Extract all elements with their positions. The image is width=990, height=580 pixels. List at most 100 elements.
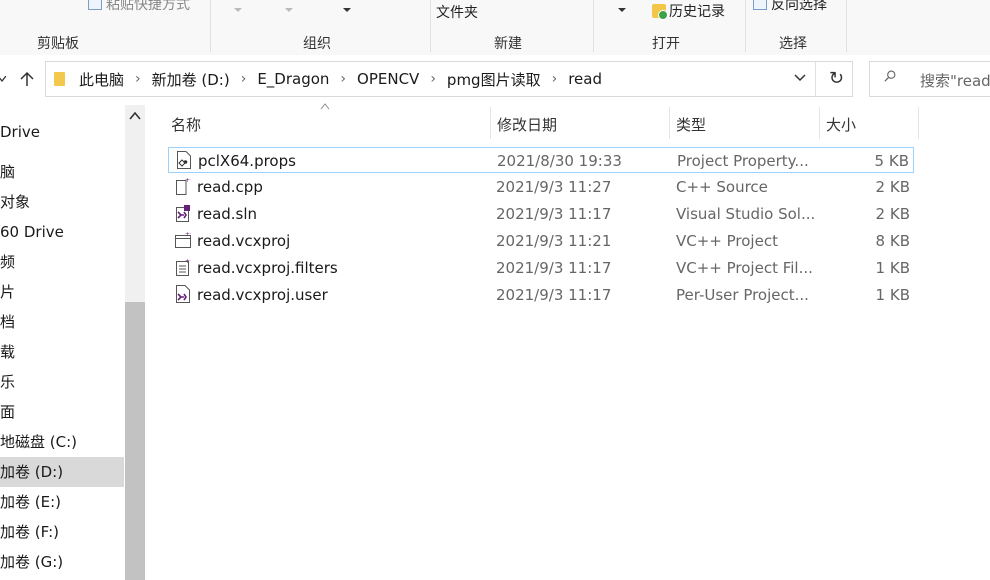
refresh-icon[interactable]: ↻: [829, 68, 844, 89]
invert-selection-button[interactable]: 反向选择: [753, 0, 827, 14]
navigation-scrollbar[interactable]: [125, 105, 145, 580]
nav-item[interactable]: 档: [0, 307, 124, 337]
history-button[interactable]: 历史记录: [652, 1, 725, 21]
scrollbar-thumb[interactable]: [125, 302, 145, 580]
file-size: 2 KB: [875, 205, 910, 223]
crumb-e-dragon[interactable]: E_Dragon: [257, 70, 329, 88]
search-input[interactable]: 搜索"read: [920, 70, 990, 91]
new-folder-button[interactable]: 文件夹: [436, 2, 478, 22]
chevron-right-icon[interactable]: ›: [430, 71, 436, 87]
file-name: pclX64.props: [198, 152, 296, 170]
chevron-right-icon[interactable]: ›: [552, 71, 558, 87]
crumb-pmg-read[interactable]: pmg图片读取: [447, 69, 541, 90]
file-size: 2 KB: [875, 178, 910, 196]
nav-item[interactable]: 载: [0, 337, 124, 367]
nav-item-drive-f[interactable]: 加卷 (F:): [0, 517, 124, 547]
search-box[interactable]: 搜索"read: [869, 61, 990, 97]
nav-item-drive-g[interactable]: 加卷 (G:): [0, 547, 124, 577]
file-modified: 2021/9/3 11:17: [496, 286, 612, 304]
sln-file-icon: [176, 205, 190, 222]
move-to-dropdown[interactable]: [234, 2, 242, 18]
svg-text:++: ++: [185, 231, 191, 238]
file-name: read.cpp: [197, 178, 263, 196]
file-size: 1 KB: [875, 259, 910, 277]
file-name: read.vcxproj.user: [197, 286, 328, 304]
group-label-organize: 组织: [303, 36, 331, 52]
file-type: Visual Studio Sol...: [676, 205, 816, 223]
invert-selection-icon: [753, 0, 767, 10]
group-label-clipboard: 剪贴板: [37, 36, 79, 52]
file-name: read.sln: [197, 205, 258, 223]
column-header-name[interactable]: 名称: [171, 114, 201, 135]
chevron-down-icon: [234, 8, 242, 12]
file-modified: 2021/9/3 11:27: [496, 178, 612, 196]
file-row[interactable]: read.vcxproj.user 2021/9/3 11:17 Per-Use…: [168, 282, 914, 308]
properties-dropdown[interactable]: [618, 2, 626, 18]
nav-item[interactable]: 片: [0, 277, 124, 307]
nav-item-drive-e[interactable]: 加卷 (E:): [0, 487, 124, 517]
up-arrow-icon[interactable]: [20, 71, 34, 87]
column-header-size[interactable]: 大小: [826, 114, 856, 135]
file-size: 8 KB: [875, 232, 910, 250]
file-type: VC++ Project: [676, 232, 778, 250]
nav-item[interactable]: Drive: [0, 117, 124, 147]
user-file-icon: [176, 285, 190, 303]
props-file-icon: [177, 151, 191, 169]
crumb-read[interactable]: read: [568, 70, 602, 88]
nav-item[interactable]: 脑: [0, 157, 124, 187]
chevron-right-icon[interactable]: ›: [135, 71, 141, 87]
ribbon-divider: [846, 0, 847, 52]
file-name: read.vcxproj: [197, 232, 291, 250]
file-row[interactable]: read.sln 2021/9/3 11:17 Visual Studio So…: [168, 201, 914, 227]
nav-item[interactable]: 60 Drive: [0, 217, 124, 247]
column-headers: 名称 修改日期 类型 大小: [145, 103, 990, 141]
file-row[interactable]: ++ read.vcxproj.filters 2021/9/3 11:17 V…: [168, 255, 914, 281]
rename-dropdown[interactable]: [343, 2, 351, 18]
paste-shortcut-icon: [88, 0, 102, 10]
nav-item[interactable]: 乐: [0, 367, 124, 397]
vcxproj-file-icon: ++: [175, 231, 191, 248]
file-type: VC++ Project Fil...: [676, 259, 813, 277]
nav-item[interactable]: 对象: [0, 187, 124, 217]
address-bar[interactable]: 此电脑 › 新加卷 (D:) › E_Dragon › OPENCV › pmg…: [45, 61, 853, 97]
crumb-this-pc[interactable]: 此电脑: [79, 69, 124, 90]
history-icon: [652, 4, 668, 20]
column-divider[interactable]: [918, 107, 919, 139]
column-header-type[interactable]: 类型: [676, 114, 706, 135]
group-label-new: 新建: [494, 36, 522, 52]
cpp-file-icon: ++: [176, 177, 191, 195]
nav-item-drive-d[interactable]: 加卷 (D:): [0, 457, 124, 487]
recent-locations-icon[interactable]: [0, 76, 6, 82]
filters-file-icon: ++: [176, 258, 191, 276]
column-header-modified[interactable]: 修改日期: [497, 114, 557, 135]
crumb-opencv[interactable]: OPENCV: [357, 70, 419, 88]
group-label-open: 打开: [652, 36, 680, 52]
ribbon-divider: [210, 0, 211, 52]
paste-shortcut-button[interactable]: 粘贴快捷方式: [88, 0, 190, 14]
crumb-drive-d[interactable]: 新加卷 (D:): [152, 69, 230, 90]
search-icon: [884, 70, 896, 82]
nav-item[interactable]: 频: [0, 247, 124, 277]
column-divider[interactable]: [669, 107, 670, 139]
file-modified: 2021/8/30 19:33: [497, 152, 622, 170]
file-row[interactable]: ++ read.vcxproj 2021/9/3 11:21 VC++ Proj…: [168, 228, 914, 254]
scroll-up-icon[interactable]: [129, 111, 141, 121]
ribbon-divider: [745, 0, 746, 52]
copy-to-dropdown[interactable]: [285, 2, 293, 18]
file-modified: 2021/9/3 11:17: [496, 205, 612, 223]
ribbon: 粘贴快捷方式 文件夹 历史记录 反向选择 剪贴板 组织 新建 打开 选择: [0, 0, 990, 56]
column-divider[interactable]: [490, 107, 491, 139]
navigation-pane: Drive 脑 对象 60 Drive 频 片 档 载 乐 面 地磁盘 (C:)…: [0, 105, 145, 580]
column-divider[interactable]: [819, 107, 820, 139]
file-name: read.vcxproj.filters: [197, 259, 338, 277]
file-type: C++ Source: [676, 178, 768, 196]
file-modified: 2021/9/3 11:17: [496, 259, 612, 277]
nav-item-drive-c[interactable]: 地磁盘 (C:): [0, 427, 124, 457]
chevron-right-icon[interactable]: ›: [340, 71, 346, 87]
ribbon-divider: [593, 0, 594, 52]
chevron-right-icon[interactable]: ›: [241, 71, 247, 87]
nav-item[interactable]: 面: [0, 397, 124, 427]
file-row[interactable]: ++ read.cpp 2021/9/3 11:27 C++ Source 2 …: [168, 174, 914, 200]
file-row[interactable]: pclX64.props 2021/8/30 19:33 Project Pro…: [168, 147, 914, 173]
chevron-down-icon[interactable]: [794, 71, 806, 83]
